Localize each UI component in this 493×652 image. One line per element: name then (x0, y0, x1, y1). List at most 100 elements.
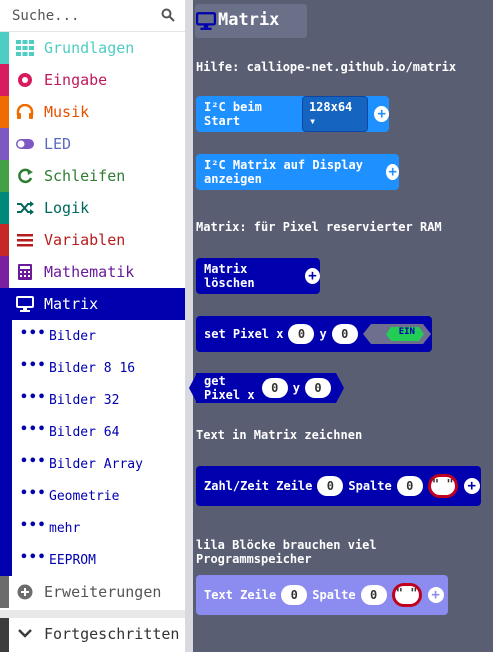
ellipsis-icon: ••• (20, 486, 47, 501)
x-value[interactable]: 0 (288, 324, 315, 344)
shuffle-icon (17, 201, 34, 215)
block-label: I²C beim Start (204, 100, 262, 128)
search-icon[interactable] (161, 8, 175, 22)
toolbox-divider (0, 610, 185, 618)
category-color-bar (0, 96, 9, 128)
toggle-shape (362, 324, 431, 344)
column-label: Spalte (348, 479, 392, 493)
block-get-pixel[interactable]: get Pixel x 0 y 0 (196, 373, 336, 403)
category-fortgeschritten[interactable]: Fortgeschritten (0, 618, 185, 652)
category-label: Mathematik (44, 263, 135, 281)
column-value[interactable]: 0 (360, 585, 387, 605)
category-grundlagen[interactable]: Grundlagen (0, 32, 185, 64)
string-slot[interactable]: " " (391, 583, 422, 607)
x-value[interactable]: 0 (261, 378, 288, 398)
add-icon[interactable]: + (427, 587, 444, 603)
chevron-down-icon (18, 629, 32, 638)
block-i2c-display[interactable]: I²C Matrix auf Display anzeigen + (196, 154, 399, 190)
block-number-text[interactable]: Zahl/Zeit Zeile 0 Spalte 0 " " + (196, 466, 481, 506)
toggle-icon (16, 139, 34, 149)
category-label: Eingabe (44, 71, 108, 89)
category-label: Matrix (44, 295, 99, 313)
get-pixel-right-cap (336, 373, 344, 403)
block-label: set Pixel x (204, 327, 284, 341)
category-color-bar (0, 618, 9, 652)
block-label: Text Zeile (204, 588, 277, 602)
category-color-bar (0, 256, 9, 288)
string-slot[interactable]: " " (427, 474, 458, 498)
subcategory-geometrie[interactable]: ••• Geometrie (0, 480, 185, 512)
add-icon[interactable]: + (304, 268, 320, 284)
toolbox-scrollbar[interactable] (185, 0, 193, 652)
y-value[interactable]: 0 (331, 324, 358, 344)
search-input[interactable]: Suche... (12, 8, 79, 24)
column-value[interactable]: 0 (396, 476, 423, 496)
ellipsis-icon: ••• (20, 326, 47, 341)
section-label-purple: lila Blöcke brauchen viel Programmspeich… (196, 538, 377, 566)
help-link[interactable]: Hilfe: calliope-net.github.io/matrix (196, 60, 456, 74)
category-label: Variablen (44, 231, 126, 249)
category-label: Erweiterungen (44, 583, 162, 601)
category-schleifen[interactable]: Schleifen (0, 160, 185, 192)
search-box[interactable]: Suche... (0, 0, 185, 32)
block-matrix-clear[interactable]: Matrix löschen + (196, 258, 320, 294)
subcategory-bilder[interactable]: ••• Bilder (0, 320, 185, 352)
add-icon[interactable]: + (463, 478, 480, 494)
subcategory-bilder-8-16[interactable]: ••• Bilder 8 16 (0, 352, 185, 384)
monitor-icon (196, 12, 216, 30)
category-led[interactable]: LED (0, 128, 185, 160)
subcategory-mehr[interactable]: ••• mehr (0, 512, 185, 544)
section-label-text: Text in Matrix zeichnen (196, 428, 363, 442)
row-value[interactable]: 0 (317, 476, 344, 496)
ellipsis-icon: ••• (20, 390, 47, 405)
category-mathematik[interactable]: Mathematik (0, 256, 185, 288)
category-label: Musik (44, 103, 90, 121)
category-musik[interactable]: Musik (0, 96, 185, 128)
add-icon[interactable]: + (374, 106, 390, 122)
category-color-bar (0, 128, 9, 160)
category-matrix[interactable]: Matrix (0, 288, 185, 320)
loop-icon (18, 168, 33, 184)
block-text-row[interactable]: Text Zeile 0 Spalte 0 " " + (196, 575, 448, 615)
toggle-label: EIN (398, 327, 415, 337)
category-label: LED (44, 135, 72, 153)
category-erweiterungen[interactable]: Erweiterungen (0, 576, 185, 608)
category-logik[interactable]: Logik (0, 192, 185, 224)
y-label: y (292, 381, 300, 395)
flyout-title: Matrix (218, 10, 280, 30)
add-icon[interactable]: + (386, 164, 399, 180)
block-i2c-start[interactable]: I²C beim Start 128x64 ▾ + (196, 96, 390, 132)
block-set-pixel[interactable]: set Pixel x 0 y 0 EIN (196, 316, 432, 352)
toolbox: Suche... Grundlagen Eingabe Musik LED Sc… (0, 0, 185, 652)
category-color-bar (0, 224, 9, 256)
display-size-dropdown[interactable]: 128x64 ▾ (301, 96, 369, 132)
ellipsis-icon: ••• (20, 422, 47, 437)
block-label: Zahl/Zeit Zeile (204, 479, 313, 493)
subcategory-label: Geometrie (49, 489, 120, 504)
subcategory-bilder-32[interactable]: ••• Bilder 32 (0, 384, 185, 416)
on-toggle[interactable]: EIN (362, 324, 431, 344)
category-eingabe[interactable]: Eingabe (0, 64, 185, 96)
subcategory-label: Bilder 32 (49, 393, 120, 408)
category-variablen[interactable]: Variablen (0, 224, 185, 256)
subcategory-bilder-array[interactable]: ••• Bilder Array (0, 448, 185, 480)
subcategory-label: Bilder 64 (49, 425, 120, 440)
category-color-bar (0, 64, 9, 96)
subcategory-label: Bilder Array (49, 457, 143, 472)
category-color-bar (0, 192, 9, 224)
row-value[interactable]: 0 (281, 585, 308, 605)
subcategory-bilder-64[interactable]: ••• Bilder 64 (0, 416, 185, 448)
category-label: Grundlagen (44, 39, 135, 57)
category-color-bar (0, 160, 9, 192)
ellipsis-icon: ••• (20, 454, 47, 469)
section-label-ram: Matrix: für Pixel reservierter RAM (196, 220, 442, 234)
subcategory-eeprom[interactable]: ••• EEPROM (0, 544, 185, 576)
list-icon (17, 234, 33, 247)
block-label: Matrix löschen (204, 262, 255, 290)
category-label: Fortgeschritten (44, 625, 180, 643)
ellipsis-icon: ••• (20, 550, 47, 565)
y-label: y (319, 327, 327, 341)
subcategory-label: mehr (49, 521, 81, 536)
category-label: Schleifen (44, 167, 126, 185)
y-value[interactable]: 0 (305, 378, 331, 398)
